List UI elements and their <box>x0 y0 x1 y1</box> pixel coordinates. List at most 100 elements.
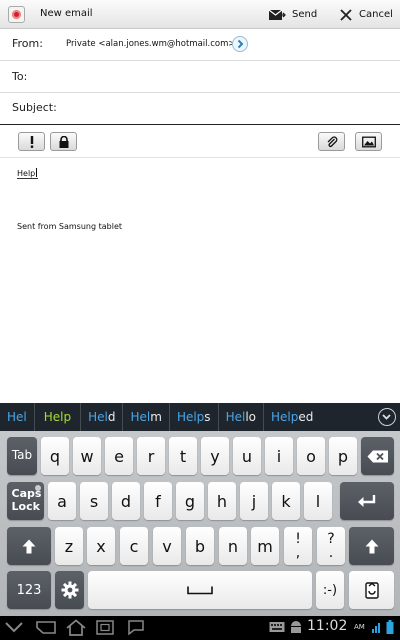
key-q[interactable]: q <box>41 437 69 475</box>
close-icon <box>340 8 352 21</box>
key-v[interactable]: v <box>153 527 181 565</box>
key-k[interactable]: k <box>272 482 300 520</box>
key-c[interactable]: c <box>120 527 148 565</box>
space-key[interactable] <box>88 571 312 609</box>
settings-key[interactable] <box>55 571 84 609</box>
send-button[interactable]: Send <box>268 3 324 26</box>
clipboard-key[interactable] <box>349 571 394 609</box>
key-u[interactable]: u <box>233 437 261 475</box>
screen-capture-icon[interactable] <box>128 620 144 635</box>
shift-arrow-icon <box>365 539 378 553</box>
key-e[interactable]: e <box>105 437 133 475</box>
security-lock-icon <box>59 135 68 148</box>
account-selector-button[interactable] <box>232 36 248 52</box>
shift-arrow-icon <box>22 539 36 553</box>
key-m[interactable]: m <box>251 527 279 565</box>
clipboard-icon <box>364 582 379 599</box>
key-a[interactable]: a <box>48 482 76 520</box>
backspace-key[interactable] <box>361 437 394 475</box>
message-body-text[interactable]: Help <box>17 168 39 179</box>
key-period-label: . <box>328 545 334 561</box>
chevron-right-icon <box>237 39 244 49</box>
chevron-down-icon <box>382 414 391 420</box>
email-app-icon[interactable] <box>8 6 25 23</box>
key-t[interactable]: t <box>169 437 197 475</box>
attach-button[interactable] <box>318 132 345 151</box>
action-bar: New email Send Cancel <box>0 0 400 29</box>
suggestion-item[interactable]: Hel d <box>81 403 124 431</box>
key-n[interactable]: n <box>219 527 247 565</box>
key-question-period[interactable]: ? . <box>317 527 345 565</box>
suggestion-item[interactable]: Hel lo <box>219 403 264 431</box>
key-l[interactable]: l <box>304 482 332 520</box>
system-navigation-bar: 11:02 AM <box>0 616 400 640</box>
key-f[interactable]: f <box>144 482 172 520</box>
to-row[interactable]: To: <box>0 61 400 93</box>
send-icon <box>268 9 286 20</box>
recent-apps-icon[interactable] <box>96 620 114 635</box>
key-exclaim-comma[interactable]: ! , <box>284 527 312 565</box>
insert-image-button[interactable] <box>355 132 382 151</box>
key-z[interactable]: z <box>55 527 83 565</box>
enter-key[interactable] <box>340 482 394 520</box>
key-x[interactable]: x <box>87 527 115 565</box>
compose-toolbar <box>0 126 400 158</box>
cancel-button[interactable]: Cancel <box>340 3 396 26</box>
priority-icon <box>30 135 33 148</box>
key-p[interactable]: p <box>329 437 357 475</box>
insert-image-icon <box>361 136 376 147</box>
caps-lock-indicator <box>35 485 41 491</box>
tab-key[interactable]: Tab <box>7 437 37 475</box>
key-question-label: ? <box>327 531 335 547</box>
word-suggestion-bar: Hel Help Hel d Hel m Help s Hel lo Help ed <box>0 403 400 431</box>
battery-icon <box>386 620 394 634</box>
enter-icon <box>358 495 376 507</box>
attach-icon <box>327 135 337 147</box>
backspace-icon <box>367 450 388 462</box>
key-o[interactable]: o <box>297 437 325 475</box>
status-clock-ampm: AM <box>354 623 365 631</box>
smiley-key[interactable]: :-) <box>316 571 344 609</box>
suggestion-item-selected[interactable]: Help <box>35 403 82 431</box>
wifi-signal-icon <box>372 623 380 633</box>
key-j[interactable]: j <box>240 482 268 520</box>
expand-suggestions-button[interactable] <box>378 408 396 426</box>
cancel-label: Cancel <box>359 9 393 20</box>
key-comma-label: , <box>295 545 301 561</box>
caps-lock-key[interactable]: Caps Lock <box>7 482 44 520</box>
priority-button[interactable] <box>18 132 45 151</box>
subject-row[interactable]: Subject: <box>0 93 400 125</box>
suggestion-item[interactable]: Hel m <box>123 403 170 431</box>
caps-lock-label: Caps Lock <box>11 487 42 513</box>
back-icon[interactable] <box>35 620 57 635</box>
send-label: Send <box>292 9 318 20</box>
status-clock: 11:02 <box>307 618 348 634</box>
key-i[interactable]: i <box>265 437 293 475</box>
shift-key-left[interactable] <box>7 527 51 565</box>
key-r[interactable]: r <box>137 437 165 475</box>
on-screen-keyboard: Tab q w e r t y u i o p Caps Lock a s d … <box>0 431 400 616</box>
key-d[interactable]: d <box>112 482 140 520</box>
key-b[interactable]: b <box>186 527 214 565</box>
suggestion-item[interactable]: Help s <box>170 403 219 431</box>
numbers-key[interactable]: 123 <box>7 571 51 609</box>
subject-label: Subject: <box>12 101 57 114</box>
key-g[interactable]: g <box>176 482 204 520</box>
suggestion-item[interactable]: Help ed <box>264 403 320 431</box>
key-y[interactable]: y <box>201 437 229 475</box>
space-bar-icon <box>187 586 213 594</box>
key-s[interactable]: s <box>80 482 108 520</box>
security-button[interactable] <box>50 132 77 151</box>
keyboard-status-icon <box>269 622 285 632</box>
from-account-value[interactable]: Private <alan.jones.wm@hotmail.com> <box>66 39 235 49</box>
gear-icon <box>61 581 78 599</box>
key-h[interactable]: h <box>208 482 236 520</box>
to-label: To: <box>12 70 28 83</box>
key-w[interactable]: w <box>73 437 101 475</box>
from-label: From: <box>12 37 43 50</box>
keyboard-hide-icon[interactable] <box>4 622 24 633</box>
shift-key-right[interactable] <box>349 527 394 565</box>
key-exclaim-label: ! <box>295 531 301 547</box>
suggestion-item[interactable]: Hel <box>0 403 35 431</box>
home-icon[interactable] <box>66 619 86 636</box>
